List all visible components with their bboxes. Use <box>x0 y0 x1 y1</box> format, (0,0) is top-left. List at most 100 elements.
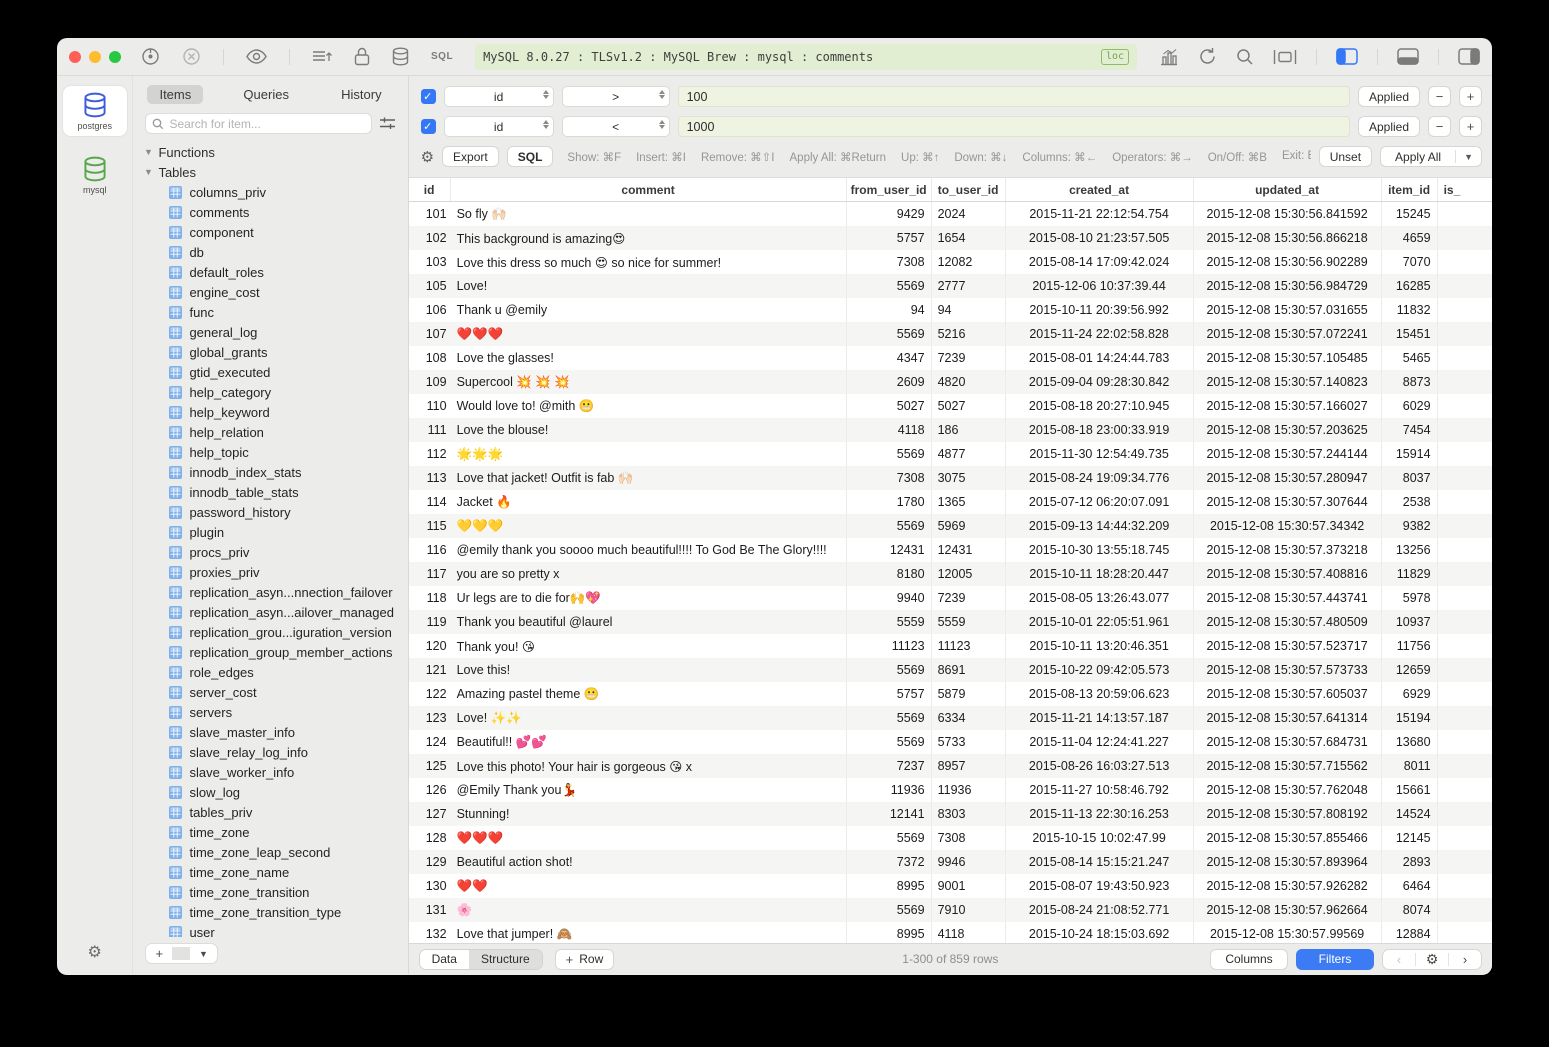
item-search-box[interactable] <box>145 113 371 134</box>
next-page-icon[interactable]: › <box>1449 952 1481 967</box>
sidebar-table-item[interactable]: general_log <box>143 322 407 342</box>
lock-icon[interactable] <box>354 47 370 66</box>
sidebar-table-item[interactable]: default_roles <box>143 262 407 282</box>
add-filter-button[interactable]: + <box>1459 116 1482 137</box>
sidebar-table-item[interactable]: procs_priv <box>143 542 407 562</box>
filter-settings-gear-icon[interactable]: ⚙ <box>421 148 434 166</box>
table-row[interactable]: 118 Ur legs are to die for🙌💖 9940 7239 2… <box>409 586 1492 610</box>
filter-column-select[interactable]: id <box>444 116 554 137</box>
table-row[interactable]: 130 ❤️❤️ 8995 9001 2015-08-07 19:43:50.9… <box>409 874 1492 898</box>
data-tab[interactable]: Data <box>420 950 469 969</box>
column-header-from-user-id[interactable]: from_user_id <box>847 178 932 201</box>
column-header-item-id[interactable]: item_id <box>1382 178 1438 201</box>
tree-group-tables[interactable]: ▼ Tables <box>143 162 407 182</box>
table-row[interactable]: 108 Love the glasses! 4347 7239 2015-08-… <box>409 346 1492 370</box>
minimize-button[interactable] <box>89 51 101 63</box>
sidebar-table-item[interactable]: time_zone_name <box>143 862 407 882</box>
add-filter-button[interactable]: + <box>1459 86 1482 107</box>
table-row[interactable]: 101 So fly 🙌🏻 9429 2024 2015-11-21 22:12… <box>409 202 1492 226</box>
sidebar-table-item[interactable]: innodb_table_stats <box>143 482 407 502</box>
database-icon[interactable] <box>392 47 409 66</box>
table-row[interactable]: 127 Stunning! 12141 8303 2015-11-13 22:3… <box>409 802 1492 826</box>
sidebar-table-item[interactable]: replication_group_member_actions <box>143 642 407 662</box>
sidebar-table-item[interactable]: replication_asyn...nnection_failover <box>143 582 407 602</box>
sidebar-table-item[interactable]: servers <box>143 702 407 722</box>
sidebar-table-item[interactable]: plugin <box>143 522 407 542</box>
sidebar-table-item[interactable]: slave_worker_info <box>143 762 407 782</box>
column-header-is[interactable]: is_ <box>1438 178 1492 201</box>
column-header-updated-at[interactable]: updated_at <box>1194 178 1382 201</box>
sidebar-table-item[interactable]: help_keyword <box>143 402 407 422</box>
table-row[interactable]: 120 Thank you! 😘 11123 11123 2015-10-11 … <box>409 634 1492 658</box>
sidebar-table-item[interactable]: time_zone_transition <box>143 882 407 902</box>
table-row[interactable]: 112 🌟🌟🌟 5569 4877 2015-11-30 12:54:49.73… <box>409 442 1492 466</box>
table-row[interactable]: 111 Love the blouse! 4118 186 2015-08-18… <box>409 418 1492 442</box>
column-header-created-at[interactable]: created_at <box>1006 178 1194 201</box>
sidebar-table-item[interactable]: tables_priv <box>143 802 407 822</box>
sidebar-table-item[interactable]: comments <box>143 202 407 222</box>
filters-button[interactable]: Filters <box>1296 949 1374 970</box>
sidebar-table-item[interactable]: slave_relay_log_info <box>143 742 407 762</box>
table-row[interactable]: 122 Amazing pastel theme 😬 5757 5879 201… <box>409 682 1492 706</box>
tab-queries[interactable]: Queries <box>231 85 301 104</box>
close-button[interactable] <box>69 51 81 63</box>
zoom-button[interactable] <box>109 51 121 63</box>
sidebar-table-item[interactable]: slave_master_info <box>143 722 407 742</box>
filter-value-input[interactable] <box>678 86 1350 107</box>
filter-applied-button[interactable]: Applied <box>1358 86 1420 107</box>
chart-icon[interactable] <box>1159 48 1179 66</box>
sidebar-table-item[interactable]: role_edges <box>143 662 407 682</box>
table-row[interactable]: 102 This background is amazing😍 5757 165… <box>409 226 1492 250</box>
filter-column-select[interactable]: id <box>444 86 554 107</box>
filter-enabled-checkbox[interactable] <box>421 119 436 134</box>
table-row[interactable]: 115 💛💛💛 5569 5969 2015-09-13 14:44:32.20… <box>409 514 1492 538</box>
previous-page-icon[interactable]: ‹ <box>1383 952 1415 967</box>
columns-button[interactable]: Columns <box>1210 949 1288 970</box>
column-header-comment[interactable]: comment <box>451 178 847 201</box>
connect-icon[interactable] <box>141 47 160 66</box>
table-row[interactable]: 123 Love! ✨✨ 5569 6334 2015-11-21 14:13:… <box>409 706 1492 730</box>
apply-all-button[interactable]: Apply All▼ <box>1380 146 1482 167</box>
connection-postgres[interactable]: postgres <box>63 86 127 136</box>
sidebar-table-item[interactable]: replication_grou...iguration_version <box>143 622 407 642</box>
table-row[interactable]: 131 🌸 5569 7910 2015-08-24 21:08:52.771 … <box>409 898 1492 922</box>
toggle-left-panel-icon[interactable] <box>1336 48 1358 65</box>
table-row[interactable]: 106 Thank u @emily 94 94 2015-10-11 20:3… <box>409 298 1492 322</box>
disconnect-icon[interactable] <box>182 47 201 66</box>
sidebar-table-item[interactable]: help_topic <box>143 442 407 462</box>
tab-items[interactable]: Items <box>147 85 203 104</box>
sql-editor-icon[interactable]: SQL <box>431 51 453 62</box>
toggle-right-panel-icon[interactable] <box>1458 48 1480 65</box>
refresh-icon[interactable] <box>1198 47 1217 66</box>
table-row[interactable]: 107 ❤️❤️❤️ 5569 5216 2015-11-24 22:02:58… <box>409 322 1492 346</box>
filter-enabled-checkbox[interactable] <box>421 89 436 104</box>
unset-button[interactable]: Unset <box>1319 146 1372 167</box>
settings-gear-icon[interactable]: ⚙ <box>88 942 102 962</box>
sidebar-table-item[interactable]: server_cost <box>143 682 407 702</box>
export-button[interactable]: Export <box>442 146 499 167</box>
table-row[interactable]: 114 Jacket 🔥 1780 1365 2015-07-12 06:20:… <box>409 490 1492 514</box>
filter-applied-button[interactable]: Applied <box>1358 116 1420 137</box>
toggle-bottom-panel-icon[interactable] <box>1397 48 1419 65</box>
table-row[interactable]: 124 Beautiful!! 💕💕 5569 5733 2015-11-04 … <box>409 730 1492 754</box>
preview-eye-icon[interactable] <box>246 49 267 64</box>
sidebar-table-item[interactable]: slow_log <box>143 782 407 802</box>
sidebar-table-item[interactable]: innodb_index_stats <box>143 462 407 482</box>
table-row[interactable]: 109 Supercool 💥 💥 💥 2609 4820 2015-09-04… <box>409 370 1492 394</box>
remove-filter-button[interactable]: − <box>1428 86 1451 107</box>
table-row[interactable]: 113 Love that jacket! Outfit is fab 🙌🏻 7… <box>409 466 1492 490</box>
sidebar-table-item[interactable]: db <box>143 242 407 262</box>
filter-value-input[interactable] <box>678 116 1350 137</box>
structure-tab[interactable]: Structure <box>469 950 542 969</box>
sidebar-table-item[interactable]: help_category <box>143 382 407 402</box>
sidebar-table-item[interactable]: global_grants <box>143 342 407 362</box>
filter-sliders-icon[interactable] <box>379 116 396 131</box>
sidebar-table-item[interactable]: time_zone_transition_type <box>143 902 407 922</box>
table-row[interactable]: 117 you are so pretty x 8180 12005 2015-… <box>409 562 1492 586</box>
sidebar-table-item[interactable]: time_zone_leap_second <box>143 842 407 862</box>
table-row[interactable]: 103 Love this dress so much 😍 so nice fo… <box>409 250 1492 274</box>
table-row[interactable]: 126 @Emily Thank you💃 11936 11936 2015-1… <box>409 778 1492 802</box>
table-row[interactable]: 129 Beautiful action shot! 7372 9946 201… <box>409 850 1492 874</box>
tree-group-functions[interactable]: ▼ Functions <box>143 142 407 162</box>
column-header-to-user-id[interactable]: to_user_id <box>932 178 1006 201</box>
